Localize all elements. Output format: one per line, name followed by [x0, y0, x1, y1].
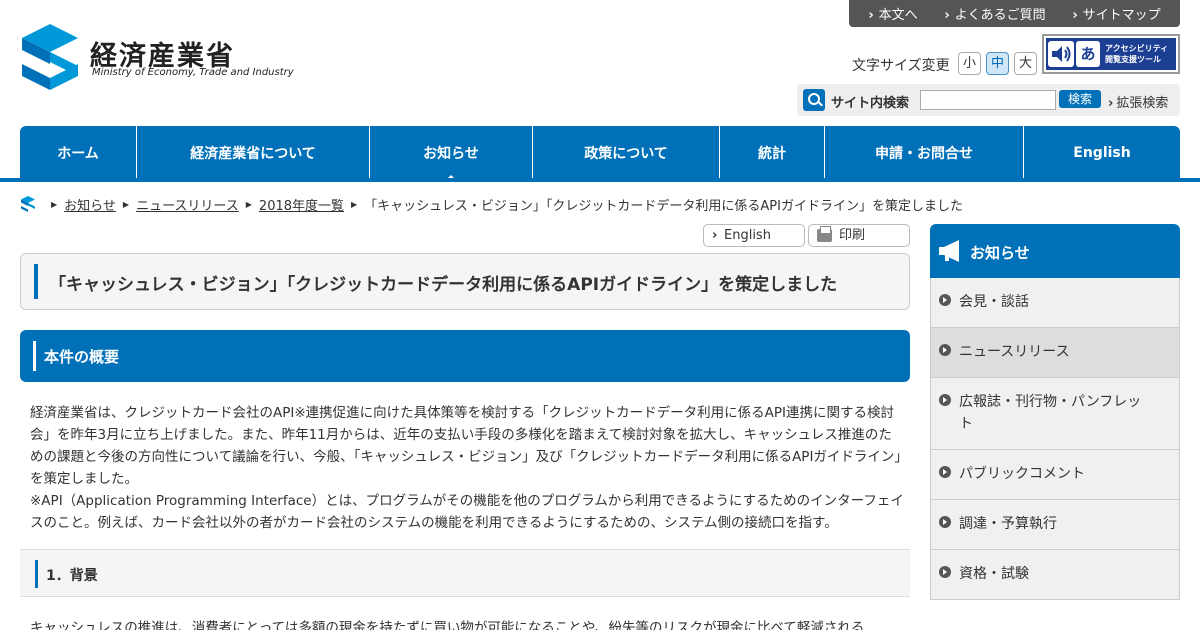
subsection-title: 1．背景	[46, 568, 98, 584]
background-paragraph: キャッシュレスの推進は、消費者にとっては多額の現金を持たずに買い物が可能になるこ…	[30, 620, 865, 630]
site-search: サイト内検索 検索 拡張検索	[797, 84, 1180, 116]
section-header: 本件の概要	[20, 330, 910, 382]
search-icon	[803, 89, 825, 111]
breadcrumb-news-release[interactable]: ニュースリリース	[136, 195, 239, 214]
accessibility-label-2: 閲覧支援ツール	[1105, 55, 1161, 64]
accessibility-label-1: アクセシビリティ	[1105, 44, 1169, 53]
link-sitemap[interactable]: サイトマップ	[1072, 4, 1161, 23]
sidebar-item-public-comment[interactable]: パブリックコメント	[930, 450, 1180, 500]
nav-policy[interactable]: 政策について	[533, 126, 720, 180]
print-button[interactable]: 印刷	[808, 224, 910, 247]
search-button[interactable]: 検索	[1059, 90, 1101, 108]
subsection-accent-bar	[35, 560, 38, 588]
site-logo[interactable]: 経済産業省 Ministry of Economy, Trade and Ind…	[20, 24, 294, 92]
nav-english[interactable]: English	[1024, 126, 1180, 180]
home-icon[interactable]	[20, 196, 36, 212]
font-size-small-button[interactable]: 小	[958, 52, 981, 75]
breadcrumb-separator-icon: ▶	[351, 199, 358, 209]
printer-icon	[817, 226, 832, 242]
sidebar-title: お知らせ	[970, 244, 1030, 262]
section-accent-bar	[33, 341, 36, 371]
nav-home[interactable]: ホーム	[20, 126, 137, 180]
page-title-box: 「キャッシュレス・ビジョン」「クレジットカードデータ利用に係るAPIガイドライン…	[20, 253, 910, 310]
breadcrumb-separator-icon: ▶	[122, 199, 130, 209]
meti-logo-icon	[22, 24, 78, 90]
font-size-label: 文字サイズ変更	[852, 58, 950, 74]
nav-news[interactable]: お知らせ	[370, 126, 533, 180]
api-note: ※API（Application Programming Interface）と…	[30, 493, 904, 531]
accessibility-tool-button[interactable]: あ アクセシビリティ 閲覧支援ツール	[1042, 34, 1180, 74]
megaphone-icon	[939, 240, 959, 262]
sidebar-item-publications[interactable]: 広報誌・刊行物・パンフレット	[930, 378, 1180, 450]
sidebar-item-press-conference[interactable]: 会見・談話	[930, 278, 1180, 328]
nav-underline	[0, 178, 1200, 182]
nav-statistics[interactable]: 統計	[720, 126, 825, 180]
nav-applications[interactable]: 申請・お問合せ	[825, 126, 1024, 180]
summary-paragraph: 経済産業省は、クレジットカード会社のAPI※連携促進に向けた具体策等を検討する「…	[30, 405, 902, 487]
breadcrumb-current: 「キャッシュレス・ビジョン」「クレジットカードデータ利用に係るAPIガイドライン…	[364, 198, 963, 214]
nav-about[interactable]: 経済産業省について	[137, 126, 370, 180]
summary-text: 経済産業省は、クレジットカード会社のAPI※連携促進に向けた具体策等を検討する「…	[30, 402, 905, 534]
breadcrumb: ▶ お知らせ ▶ ニュースリリース ▶ 2018年度一覧 ▶ 「キャッシュレス・…	[20, 194, 963, 214]
font-size-medium-button[interactable]: 中	[986, 52, 1009, 75]
sidebar: お知らせ 会見・談話 ニュースリリース 広報誌・刊行物・パンフレット パブリック…	[930, 224, 1180, 600]
link-skip-to-content[interactable]: 本文へ	[868, 4, 918, 23]
accessibility-a-icon: あ	[1076, 41, 1100, 67]
section-title: 本件の概要	[44, 348, 120, 366]
search-label: サイト内検索	[831, 96, 910, 111]
breadcrumb-separator-icon: ▶	[245, 199, 252, 209]
title-accent-bar	[34, 264, 38, 299]
speaker-icon	[1048, 41, 1074, 67]
sidebar-item-procurement[interactable]: 調達・予算執行	[930, 500, 1180, 550]
logo-subtitle: Ministry of Economy, Trade and Industry	[92, 67, 294, 78]
global-nav: ホーム 経済産業省について お知らせ 政策について 統計 申請・お問合せ Eng…	[20, 126, 1180, 180]
english-button[interactable]: English	[703, 224, 805, 247]
sidebar-item-news-release[interactable]: ニュースリリース	[930, 328, 1180, 378]
search-input[interactable]	[920, 90, 1056, 110]
print-label: 印刷	[839, 228, 866, 243]
page-title: 「キャッシュレス・ビジョン」「クレジットカードデータ利用に係るAPIガイドライン…	[49, 275, 838, 295]
advanced-search-link[interactable]: 拡張検索	[1108, 92, 1168, 111]
subsection-header: 1．背景	[20, 549, 910, 597]
sidebar-header: お知らせ	[930, 224, 1180, 278]
breadcrumb-fy2018[interactable]: 2018年度一覧	[259, 195, 344, 214]
link-faq[interactable]: よくあるご質問	[944, 4, 1046, 23]
breadcrumb-news[interactable]: お知らせ	[64, 195, 116, 214]
sidebar-item-qualifications[interactable]: 資格・試験	[930, 550, 1180, 600]
font-size-large-button[interactable]: 大	[1014, 52, 1037, 75]
breadcrumb-separator-icon: ▶	[51, 199, 58, 209]
utility-links: 本文へ よくあるご質問 サイトマップ	[849, 0, 1180, 27]
